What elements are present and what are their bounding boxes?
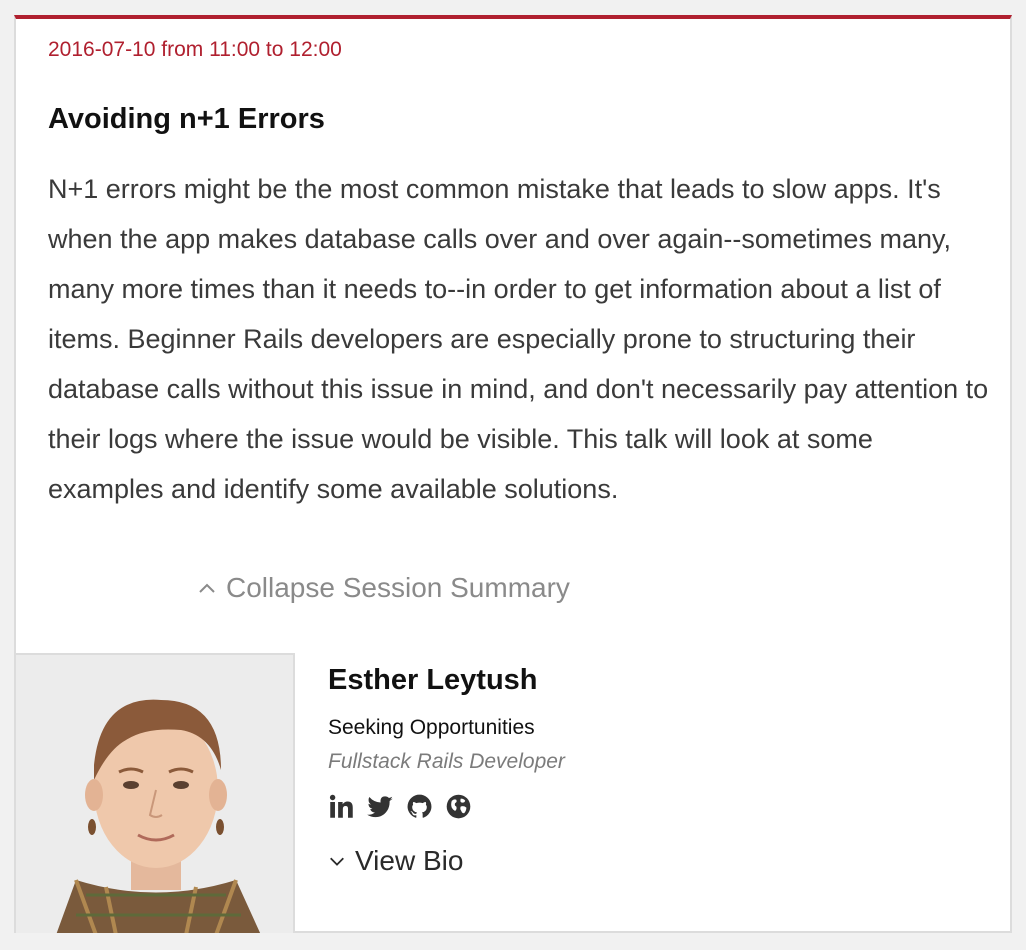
speaker-company: Seeking Opportunities [328, 716, 535, 739]
speaker-avatar-illustration [16, 655, 293, 933]
collapse-summary-link[interactable]: Collapse Session Summary [197, 572, 570, 604]
speaker-photo [16, 653, 295, 933]
speaker-role: Fullstack Rails Developer [328, 750, 565, 773]
view-bio-label: View Bio [355, 845, 464, 876]
linkedin-icon[interactable] [328, 793, 355, 820]
globe-icon[interactable] [445, 793, 472, 820]
chevron-up-icon [199, 583, 215, 593]
speaker-name: Esther Leytush [328, 664, 538, 696]
speaker-social-links [328, 793, 472, 820]
session-card: 2016-07-10 from 11:00 to 12:00 Avoiding … [14, 15, 1012, 933]
collapse-summary-label: Collapse Session Summary [226, 572, 570, 603]
github-icon[interactable] [406, 793, 433, 820]
session-title: Avoiding n+1 Errors [48, 103, 325, 135]
session-summary: N+1 errors might be the most common mist… [48, 174, 989, 504]
twitter-icon[interactable] [367, 793, 394, 820]
session-datetime: 2016-07-10 from 11:00 to 12:00 [48, 38, 342, 61]
view-bio-link[interactable]: View Bio [328, 845, 463, 877]
chevron-down-icon [330, 857, 344, 866]
